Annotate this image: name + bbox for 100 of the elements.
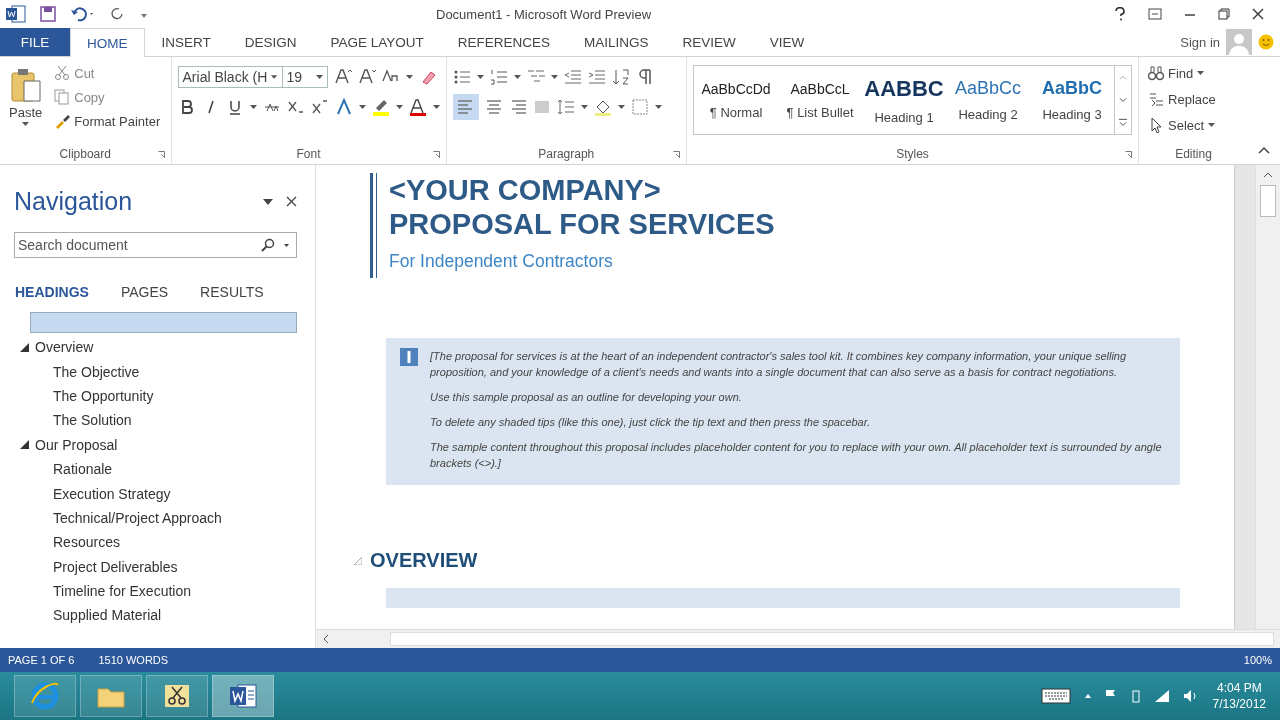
heading-item[interactable]: Project Deliverables <box>53 558 178 575</box>
heading-item[interactable]: Rationale <box>53 461 113 478</box>
company-placeholder[interactable]: <YOUR COMPANY> <box>389 173 775 207</box>
dialog-launcher-icon[interactable] <box>157 151 165 158</box>
pane-options-icon[interactable] <box>262 197 274 206</box>
redo-icon[interactable] <box>110 6 126 22</box>
save-icon[interactable] <box>40 6 56 22</box>
select-button[interactable]: Select <box>1145 115 1219 135</box>
ribbon-tab[interactable]: DESIGN <box>227 28 314 56</box>
dropdown-arrow-icon[interactable] <box>395 105 403 109</box>
clock-date[interactable]: 7/13/2012 <box>1212 697 1266 711</box>
sign-in-link[interactable]: Sign in <box>1180 34 1220 50</box>
style-option[interactable]: AABBC Heading 1 <box>862 66 947 134</box>
dropdown-arrow-icon[interactable] <box>358 105 366 109</box>
paste-button[interactable]: Paste <box>6 61 46 144</box>
heading-item[interactable]: Resources <box>53 534 120 551</box>
ribbon-tab[interactable]: MAILINGS <box>567 28 666 56</box>
dropdown-arrow-icon[interactable] <box>249 105 257 109</box>
style-option[interactable]: AaBbCc Heading 2 <box>946 66 1031 134</box>
ribbon-tab[interactable]: HOME <box>70 28 145 57</box>
heading-item[interactable]: Timeline for Execution <box>53 583 191 600</box>
taskbar-app-button[interactable] <box>146 675 208 717</box>
dropdown-arrow-icon[interactable] <box>432 105 440 109</box>
bullets-icon[interactable] <box>452 68 471 86</box>
font-color-icon[interactable] <box>408 98 427 116</box>
font-name-field[interactable]: Arial Black (H <box>177 66 282 88</box>
scroll-thumb[interactable] <box>1260 185 1276 217</box>
dropdown-arrow-icon[interactable] <box>580 105 588 109</box>
vertical-scrollbar[interactable] <box>1255 165 1280 629</box>
search-field[interactable]: Search document <box>14 232 297 258</box>
dialog-launcher-icon[interactable] <box>673 151 681 158</box>
text-effects-icon[interactable] <box>334 98 353 116</box>
shrink-font-icon[interactable] <box>357 68 376 86</box>
expanded-triangle-icon[interactable] <box>20 440 29 450</box>
dropdown-arrow-icon[interactable] <box>550 75 558 79</box>
smiley-icon[interactable] <box>1258 34 1274 50</box>
format-painter-button[interactable]: Format Painter <box>51 111 164 131</box>
ribbon-tab[interactable]: VIEW <box>752 28 822 56</box>
dropdown-arrow-icon[interactable] <box>405 75 413 79</box>
heading-item[interactable]: Our Proposal <box>35 436 118 453</box>
replace-button[interactable]: Replace <box>1145 89 1219 109</box>
sort-icon[interactable] <box>611 68 630 86</box>
copy-button[interactable]: Copy <box>51 87 164 107</box>
scroll-left-icon[interactable] <box>322 634 330 644</box>
heading-item[interactable]: The Opportunity <box>53 387 154 404</box>
show-hidden-icon[interactable] <box>1084 694 1091 698</box>
dropdown-arrow-icon[interactable] <box>617 105 625 109</box>
zoom-level[interactable]: 100% <box>1243 654 1272 666</box>
align-left-icon[interactable] <box>452 94 479 120</box>
line-spacing-icon[interactable] <box>556 98 575 116</box>
pane-tab[interactable]: HEADINGS <box>15 284 89 300</box>
close-icon[interactable] <box>286 196 297 207</box>
style-option[interactable]: AaBbCcL ¶ List Bullet <box>778 66 863 134</box>
dialog-launcher-icon[interactable] <box>432 151 440 158</box>
dialog-launcher-icon[interactable] <box>1125 151 1133 158</box>
heading-item[interactable]: Supplied Material <box>53 607 162 624</box>
clock-time[interactable]: 4:04 PM <box>1216 681 1262 695</box>
style-option[interactable]: AaBbCcDd ¶ Normal <box>694 66 779 134</box>
decrease-indent-icon[interactable] <box>563 68 582 86</box>
ribbon-tab[interactable]: REVIEW <box>665 28 753 56</box>
superscript-icon[interactable] <box>310 98 329 116</box>
tip-text: The sample content throughout this proposal includes placeholder content for you to replace with your own. All placeholder text is surrounded by angle brackets (<>).] <box>430 440 1163 471</box>
keyboard-icon[interactable] <box>1040 688 1071 704</box>
heading-item[interactable]: The Objective <box>53 363 140 380</box>
ribbon-tab[interactable]: PAGE LAYOUT <box>313 28 441 56</box>
word-count[interactable]: 1510 WORDS <box>98 654 169 666</box>
pane-tab[interactable]: PAGES <box>120 284 169 300</box>
page-count[interactable]: PAGE 1 OF 6 <box>8 654 75 666</box>
scroll-up-icon[interactable] <box>1263 171 1273 179</box>
highlighter-icon[interactable] <box>371 98 390 116</box>
ribbon-tab[interactable]: REFERENCES <box>440 28 568 56</box>
horizontal-scrollbar[interactable] <box>316 629 1280 648</box>
align-center-icon[interactable] <box>484 98 503 116</box>
speaker-icon[interactable] <box>1182 689 1199 703</box>
heading-item[interactable]: Overview <box>35 339 94 356</box>
heading-item[interactable]: Technical/Project Approach <box>53 509 222 526</box>
style-option[interactable]: AaBbC Heading 3 <box>1030 66 1115 134</box>
find-button[interactable]: Find <box>1145 63 1219 83</box>
heading-item[interactable]: The Solution <box>53 412 132 429</box>
help-icon[interactable] <box>1114 7 1126 21</box>
grow-font-icon[interactable] <box>333 68 352 86</box>
restore-icon[interactable] <box>1218 8 1230 20</box>
pane-tab[interactable]: RESULTS <box>200 284 264 300</box>
font-size-field[interactable]: 19 <box>281 66 328 88</box>
expanded-triangle-icon[interactable] <box>20 342 29 352</box>
cut-button[interactable]: Cut <box>51 63 164 83</box>
network-signal-icon[interactable] <box>1154 690 1169 702</box>
file-tab[interactable]: FILE <box>0 28 70 56</box>
undo-icon[interactable] <box>70 6 96 22</box>
shading-icon[interactable] <box>593 98 612 116</box>
collapse-ribbon-icon[interactable] <box>1258 146 1270 154</box>
ribbon-display-icon[interactable] <box>1148 8 1162 20</box>
dropdown-arrow-icon[interactable] <box>476 75 484 79</box>
dropdown-arrow-icon[interactable] <box>654 105 662 109</box>
taskbar-app-button[interactable] <box>212 675 274 717</box>
dropdown-arrow-icon[interactable] <box>513 75 521 79</box>
ribbon-tab[interactable]: INSERT <box>144 28 228 56</box>
heading-item[interactable]: Execution Strategy <box>53 485 171 502</box>
close-icon[interactable] <box>1252 8 1264 20</box>
increase-indent-icon[interactable] <box>587 68 606 86</box>
